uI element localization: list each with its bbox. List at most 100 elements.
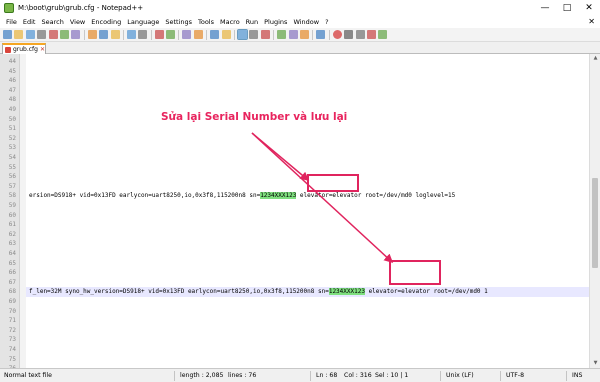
stop-macro-icon[interactable] [344,30,354,39]
menu-run[interactable]: Run [243,18,261,26]
find-icon[interactable] [154,30,164,39]
menu-language[interactable]: Language [124,18,162,26]
close-window-button[interactable]: ✕ [578,0,600,16]
status-eol: Unix (LF) [446,372,474,379]
save-macro-icon[interactable] [378,30,388,39]
word-wrap-icon[interactable] [237,29,249,40]
sync-horizontal-icon[interactable] [221,30,231,39]
open-file-icon[interactable] [14,30,24,39]
run-macro-icon[interactable] [366,30,376,39]
menu-macro[interactable]: Macro [217,18,243,26]
highlight-box-line-68 [389,260,441,285]
toolbar-separator [312,29,314,40]
zoom-out-icon[interactable] [193,30,203,39]
toolbar-separator [328,29,330,40]
menu-edit[interactable]: Edit [20,18,39,26]
indent-guide-icon[interactable] [260,30,270,39]
toolbar [0,28,600,42]
print-icon[interactable] [71,30,81,39]
line-number: 69 [8,298,16,305]
line-number: 46 [8,77,16,85]
maximize-button[interactable]: □ [556,0,578,16]
copy-icon[interactable] [99,30,109,39]
code-line-58[interactable]: ersion=DS918+ vid=0x13FD earlycon=uart82… [29,191,455,201]
text-editor[interactable]: 44 45 46 47 48 49 50 51 52 53 54 55 56 57 58 59 60 61 62 63… [0,54,589,368]
line-number: 51 [8,125,16,133]
zoom-in-icon[interactable] [182,30,192,39]
tab-label: grub.cfg [12,46,38,53]
vertical-scrollbar[interactable]: ▲ ▼ [589,54,600,368]
status-ln: Ln : 68 [316,372,338,379]
function-list-icon[interactable] [288,30,298,39]
notepadpp-window: M:\boot\grub\grub.cfg - Notepad++ — □ ✕ … [0,0,600,382]
all-chars-icon[interactable] [249,30,259,39]
scroll-up-icon[interactable]: ▲ [592,55,599,62]
toolbar-separator [206,29,208,40]
file-modified-icon [5,46,11,53]
line-number: 63 [8,240,16,248]
toolbar-separator [122,29,124,40]
status-lines: lines : 76 [228,372,257,379]
line-number: 73 [8,336,16,344]
redo-icon[interactable] [138,30,148,39]
annotation-callout: Sửa lại Serial Number và lưu lại [161,111,348,123]
window-title: M:\boot\grub\grub.cfg - Notepad++ [18,4,144,12]
menu-view[interactable]: View [67,18,88,26]
menu-window[interactable]: Window [290,18,322,26]
monitor-icon[interactable] [316,30,326,39]
cut-icon[interactable] [87,30,97,39]
scroll-down-icon[interactable]: ▼ [592,360,599,367]
status-length: length : 2,085 [180,372,224,379]
line-number: 62 [8,230,16,238]
toolbar-separator [178,29,180,40]
menu-settings[interactable]: Settings [162,18,195,26]
menu-help[interactable]: ? [322,18,331,26]
line-number: 45 [8,67,16,75]
toolbar-separator [150,29,152,40]
line-number: 67 [8,278,16,286]
toolbar-separator [234,29,236,40]
line-number: 49 [8,106,16,113]
minimize-button[interactable]: — [534,0,556,16]
sync-vertical-icon[interactable] [210,30,220,39]
serial-number-highlight[interactable]: 1234XXX123 [328,288,365,296]
play-macro-icon[interactable] [355,30,365,39]
menu-search[interactable]: Search [38,18,66,26]
tab-close-icon[interactable]: ✕ [40,46,45,53]
scrollbar-thumb[interactable] [592,178,598,268]
tab-bar: grub.cfg ✕ [0,42,600,54]
line-number: 68 [8,288,16,296]
title-bar: M:\boot\grub\grub.cfg - Notepad++ — □ ✕ [0,0,600,16]
code-text: elevator=elevator root=/dev/md0 1 [364,288,488,296]
close-document-icon[interactable]: ✕ [588,16,595,28]
undo-icon[interactable] [126,30,136,39]
line-number: 48 [8,96,16,104]
status-insert-mode: INS [572,372,583,379]
paste-icon[interactable] [110,30,120,39]
menu-encoding[interactable]: Encoding [88,18,124,26]
menu-file[interactable]: File [3,18,20,26]
serial-number-highlight[interactable]: 1234XXX123 [260,192,297,200]
folder-workspace-icon[interactable] [299,30,309,39]
line-number: 64 [8,250,16,257]
line-number: 52 [8,134,16,142]
save-icon[interactable] [25,30,35,39]
code-line-68[interactable]: f_len=32M syno_hw_version=DS918+ vid=0x1… [29,287,488,297]
line-number-gutter: 44 45 46 47 48 49 50 51 52 53 54 55 56 57 58 59 60 61 62 63… [0,54,20,368]
status-bar: Normal text file length : 2,085 lines : … [0,368,600,382]
close-all-icon[interactable] [59,30,69,39]
notepadpp-app-icon [4,3,14,13]
close-icon[interactable] [48,30,58,39]
doc-map-icon[interactable] [277,30,287,39]
menu-tools[interactable]: Tools [195,18,217,26]
new-file-icon[interactable] [3,30,12,39]
save-all-icon[interactable] [37,30,47,39]
record-macro-icon[interactable] [332,30,342,39]
line-number: 57 [8,182,16,190]
line-number: 60 [8,211,16,219]
code-text: f_len=32M syno_hw_version=DS918+ vid=0x1… [29,288,329,296]
line-number: 70 [8,307,16,315]
replace-icon[interactable] [166,30,176,39]
tab-grub-cfg[interactable]: grub.cfg ✕ [2,43,46,54]
menu-plugins[interactable]: Plugins [261,18,290,26]
